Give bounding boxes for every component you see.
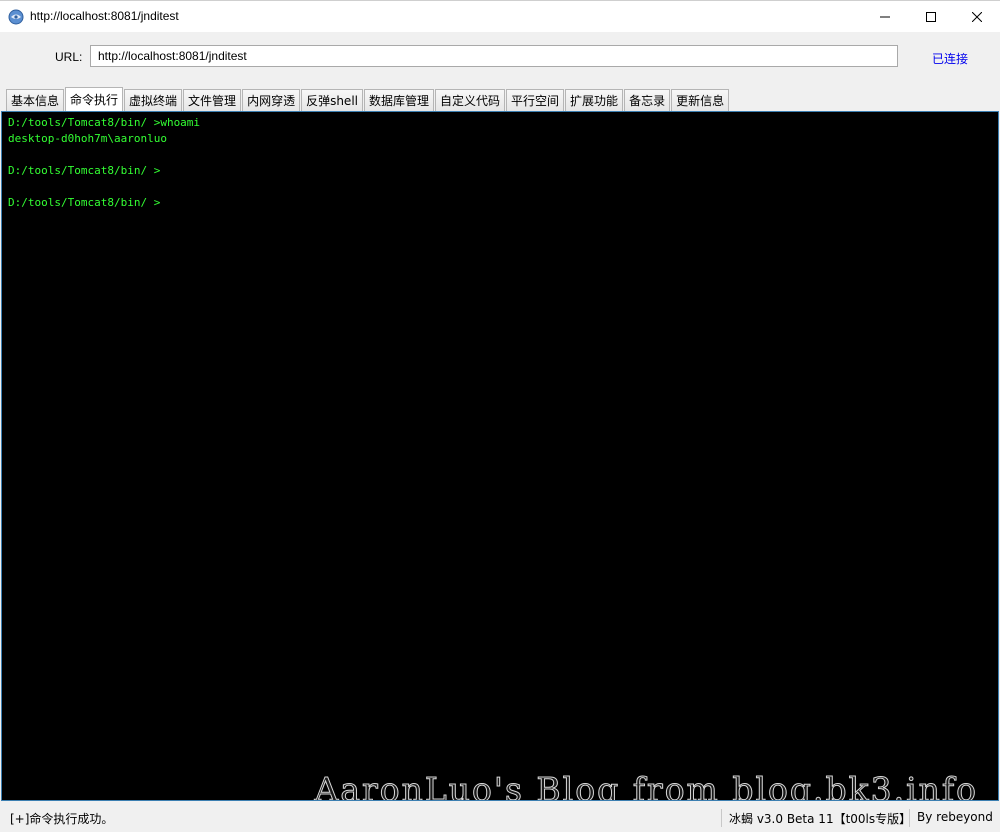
tab-basic-info[interactable]: 基本信息 bbox=[6, 89, 65, 111]
maximize-button[interactable] bbox=[908, 1, 954, 32]
tab-update-info[interactable]: 更新信息 bbox=[671, 89, 730, 111]
tab-memo[interactable]: 备忘录 bbox=[624, 89, 671, 111]
close-icon bbox=[972, 11, 982, 22]
tab-custom-code[interactable]: 自定义代码 bbox=[435, 89, 506, 111]
url-bar: URL: http://localhost:8081/jnditest 已连接 bbox=[0, 32, 1000, 84]
status-message: [+]命令执行成功。 bbox=[10, 812, 114, 826]
tab-bar: 基本信息 命令执行 虚拟终端 文件管理 内网穿透 反弹shell 数据库管理 自… bbox=[6, 87, 730, 111]
minimize-icon bbox=[880, 16, 890, 17]
app-icon bbox=[8, 9, 24, 25]
terminal-line: D:/tools/Tomcat8/bin/ > bbox=[8, 196, 161, 209]
version-label: 冰蝎 v3.0 Beta 11【t00ls专版】 bbox=[729, 812, 912, 826]
blog-watermark: AaronLuo's Blog from blog.bk3.info bbox=[314, 770, 978, 801]
close-button[interactable] bbox=[954, 1, 1000, 32]
command-terminal[interactable]: D:/tools/Tomcat8/bin/ >whoami desktop-d0… bbox=[1, 111, 999, 801]
title-bar: http://localhost:8081/jnditest bbox=[0, 0, 1000, 32]
tab-database-manager[interactable]: 数据库管理 bbox=[364, 89, 435, 111]
status-divider bbox=[721, 809, 722, 827]
url-input[interactable]: http://localhost:8081/jnditest bbox=[90, 45, 898, 67]
tab-extensions[interactable]: 扩展功能 bbox=[565, 89, 624, 111]
window-title: http://localhost:8081/jnditest bbox=[30, 9, 179, 23]
tab-virtual-terminal[interactable]: 虚拟终端 bbox=[124, 89, 183, 111]
terminal-line: D:/tools/Tomcat8/bin/ >whoami bbox=[8, 116, 201, 129]
terminal-line: D:/tools/Tomcat8/bin/ > bbox=[8, 164, 161, 177]
url-label: URL: bbox=[55, 50, 83, 64]
maximize-icon bbox=[926, 11, 936, 22]
status-bar: [+]命令执行成功。 冰蝎 v3.0 Beta 11【t00ls专版】 By r… bbox=[0, 806, 1000, 832]
tab-command-exec[interactable]: 命令执行 bbox=[65, 87, 124, 111]
terminal-line: desktop-d0hoh7m\aaronluo bbox=[8, 132, 167, 145]
tab-intranet-tunnel[interactable]: 内网穿透 bbox=[242, 89, 301, 111]
status-divider bbox=[909, 809, 910, 827]
connection-status-link[interactable]: 已连接 bbox=[932, 50, 968, 67]
tab-file-manager[interactable]: 文件管理 bbox=[183, 89, 242, 111]
author-label: By rebeyond bbox=[917, 810, 993, 824]
tab-parallel-space[interactable]: 平行空间 bbox=[506, 89, 565, 111]
tab-reverse-shell[interactable]: 反弹shell bbox=[301, 89, 363, 111]
minimize-button[interactable] bbox=[862, 1, 908, 32]
